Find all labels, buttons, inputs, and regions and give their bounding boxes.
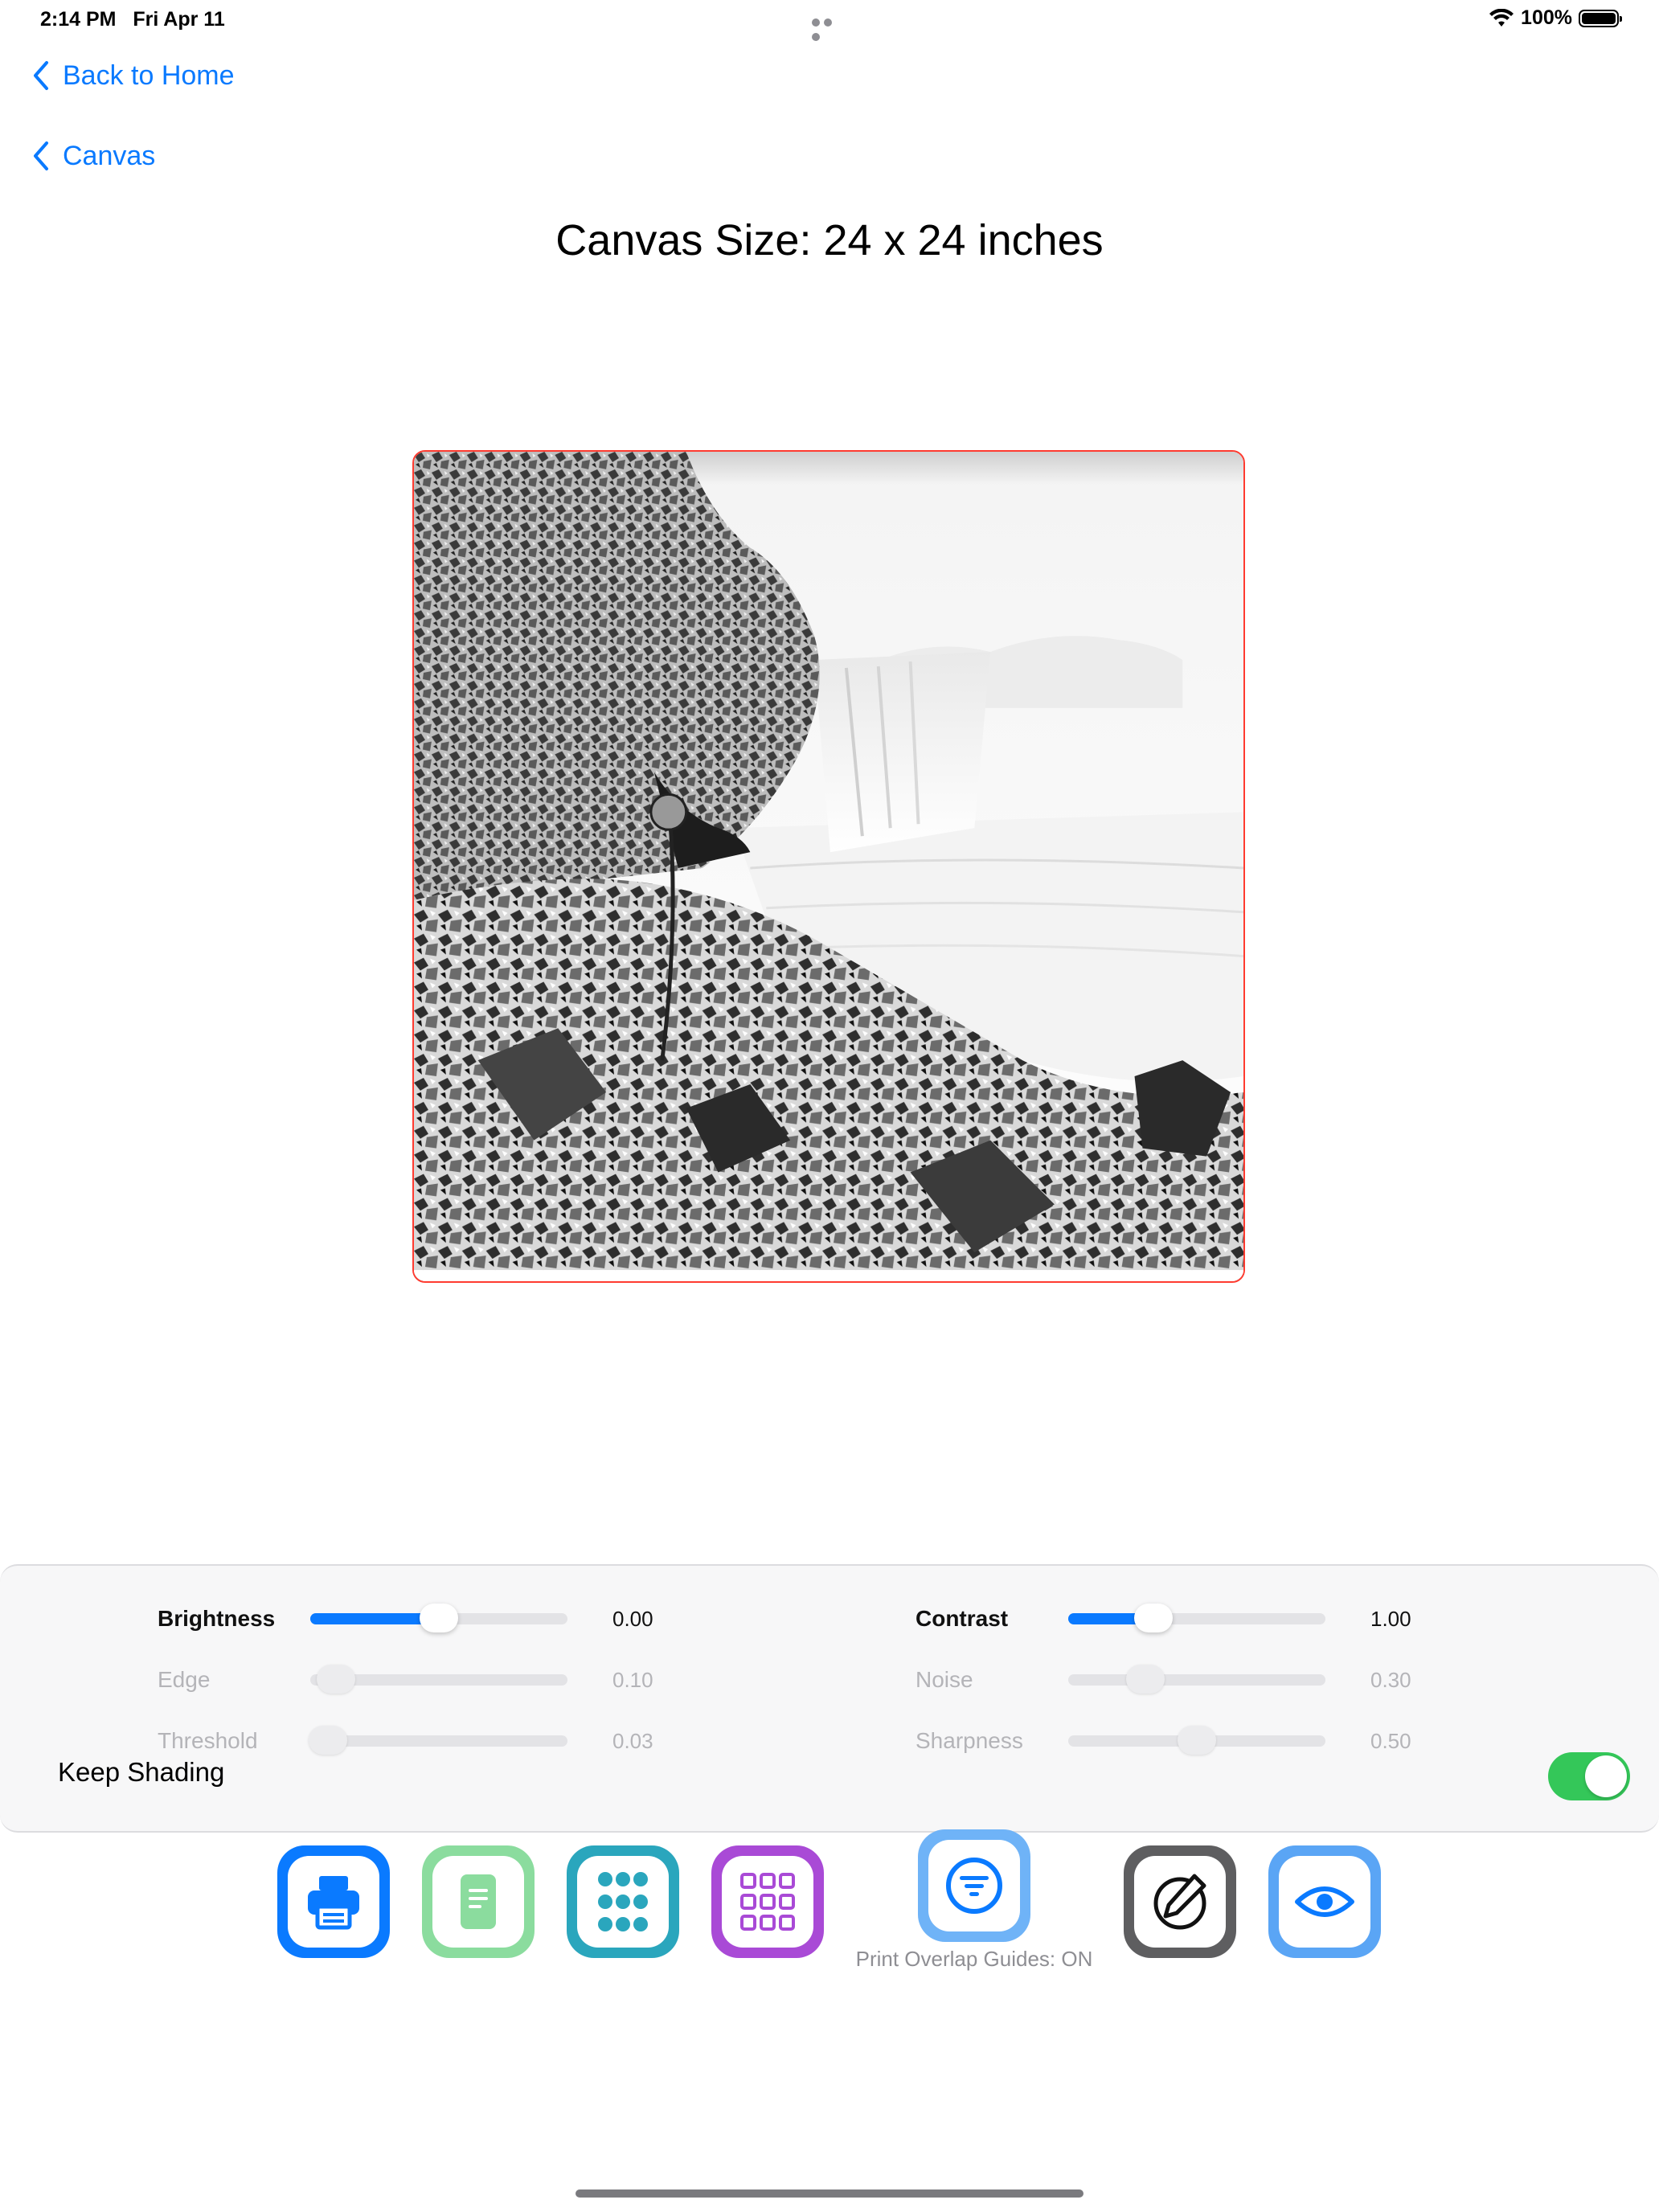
home-indicator[interactable] xyxy=(576,2189,1083,2198)
overlap-guides-caption: Print Overlap Guides: ON xyxy=(855,1947,1093,1971)
sharpness-slider-row: Sharpness 0.50 xyxy=(916,1725,1435,1757)
keep-shading-label: Keep Shading xyxy=(58,1757,225,1787)
status-date: Fri Apr 11 xyxy=(133,8,225,31)
document-icon xyxy=(461,1874,496,1929)
contrast-slider-thumb[interactable] xyxy=(1133,1604,1173,1632)
preview-button[interactable] xyxy=(1268,1845,1381,1958)
printer-icon xyxy=(308,1876,359,1930)
battery-icon xyxy=(1579,9,1622,27)
status-bar: 2:14 PM Fri Apr 11 100% xyxy=(0,0,1659,41)
back-to-canvas-label: Canvas xyxy=(63,140,156,171)
canvas-image xyxy=(414,452,1243,1281)
brightness-label: Brightness xyxy=(158,1606,276,1631)
contrast-slider[interactable] xyxy=(1068,1604,1325,1632)
multitasking-dots-icon[interactable] xyxy=(812,16,847,41)
contrast-slider-row: Contrast 1.00 xyxy=(916,1603,1435,1635)
status-right: 100% xyxy=(1489,6,1622,30)
back-to-canvas-button[interactable]: Canvas xyxy=(31,140,155,172)
brightness-value: 0.00 xyxy=(612,1606,653,1631)
noise-value: 0.30 xyxy=(1370,1667,1411,1692)
toggle-knob xyxy=(1585,1755,1627,1797)
pencil-circle-icon xyxy=(1153,1874,1206,1930)
brightness-slider-row: Brightness 0.00 xyxy=(158,1603,677,1635)
edge-slider[interactable] xyxy=(310,1665,567,1694)
chevron-left-icon xyxy=(34,141,48,170)
overlap-guides-button[interactable] xyxy=(918,1829,1030,1942)
battery-fill xyxy=(1582,12,1616,24)
edge-slider-thumb[interactable] xyxy=(317,1665,355,1694)
eye-icon xyxy=(1295,1886,1354,1917)
filter-lines-icon xyxy=(946,1858,1002,1914)
brightness-slider-thumb[interactable] xyxy=(420,1604,458,1632)
edge-label: Edge xyxy=(158,1667,211,1692)
dot-grid-button[interactable] xyxy=(567,1845,679,1958)
tile-grid-icon xyxy=(740,1873,795,1931)
page-title: Canvas Size: 24 x 24 inches xyxy=(555,216,1104,264)
sharpness-slider[interactable] xyxy=(1068,1726,1325,1755)
sharpness-value: 0.50 xyxy=(1370,1728,1411,1753)
brightness-slider[interactable] xyxy=(310,1604,567,1632)
threshold-slider-thumb[interactable] xyxy=(309,1726,348,1755)
canvas-preview[interactable] xyxy=(412,450,1245,1283)
contrast-value: 1.00 xyxy=(1370,1606,1411,1631)
pencil-button[interactable] xyxy=(1124,1845,1236,1958)
sharpness-label: Sharpness xyxy=(916,1728,1023,1753)
wifi-icon xyxy=(1489,8,1514,27)
contrast-label: Contrast xyxy=(916,1606,1009,1631)
noise-slider[interactable] xyxy=(1068,1665,1325,1694)
print-button[interactable] xyxy=(277,1845,390,1958)
chevron-left-icon xyxy=(34,61,48,90)
tile-grid-button[interactable] xyxy=(711,1845,824,1958)
battery-percent: 100% xyxy=(1521,6,1572,29)
keep-shading-toggle[interactable] xyxy=(1548,1752,1630,1800)
document-button[interactable] xyxy=(422,1845,535,1958)
noise-slider-row: Noise 0.30 xyxy=(916,1664,1435,1696)
threshold-label: Threshold xyxy=(158,1728,258,1753)
noise-label: Noise xyxy=(916,1667,973,1692)
sharpness-slider-thumb[interactable] xyxy=(1178,1726,1216,1755)
edge-slider-row: Edge 0.10 xyxy=(158,1664,677,1696)
back-to-home-button[interactable]: Back to Home xyxy=(31,59,235,92)
dot-grid-icon xyxy=(598,1872,648,1931)
threshold-slider-row: Threshold 0.03 xyxy=(158,1725,677,1757)
status-clock: 2:14 PM xyxy=(40,8,117,31)
status-time: 2:14 PM Fri Apr 11 xyxy=(40,8,225,31)
noise-slider-thumb[interactable] xyxy=(1126,1665,1165,1694)
edge-value: 0.10 xyxy=(612,1667,653,1692)
back-to-home-label: Back to Home xyxy=(63,59,235,91)
threshold-slider[interactable] xyxy=(309,1726,567,1755)
threshold-value: 0.03 xyxy=(612,1728,653,1753)
